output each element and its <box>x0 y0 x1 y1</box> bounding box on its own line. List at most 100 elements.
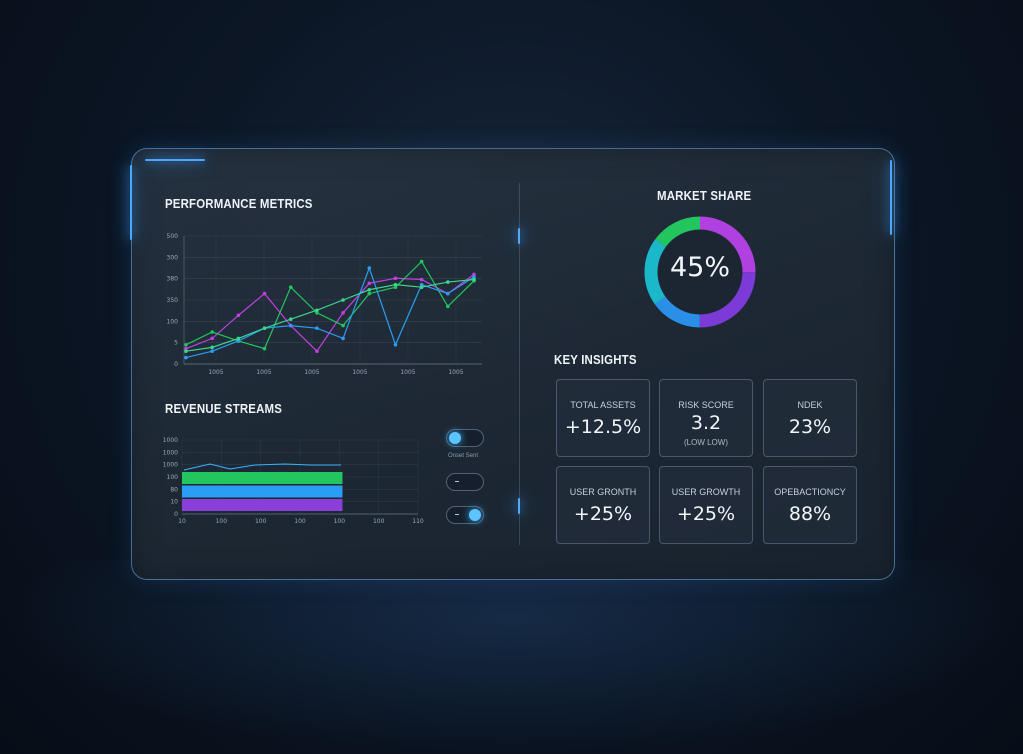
insight-card-user-growth: USER GROWTH +25% <box>659 466 753 544</box>
series-point <box>236 313 241 318</box>
series-point <box>288 317 293 321</box>
series-point <box>446 280 450 284</box>
y-tick-label: 300 <box>167 254 179 261</box>
performance-line-chart: 500300380350100501005 1005 1005 1005 1005 100… <box>167 233 482 376</box>
series-point <box>472 277 476 282</box>
series-point <box>315 326 319 330</box>
x-tick-label: 1005 <box>448 369 463 376</box>
series-point <box>315 349 319 353</box>
x-tick-label: 1005 <box>352 369 367 376</box>
series-point <box>393 282 398 287</box>
toggle-knob <box>449 432 461 444</box>
series-point <box>210 349 214 353</box>
toggle-dash <box>455 481 459 482</box>
background-glow <box>0 560 1023 754</box>
series-point <box>341 323 345 328</box>
y-tick-label: 100 <box>167 318 179 325</box>
toggle-switch-1[interactable] <box>446 429 484 447</box>
card-label: TOTAL ASSETS <box>570 400 636 410</box>
series-line-4 <box>185 278 475 352</box>
x-tick-label: 100 <box>373 518 385 525</box>
series-point <box>184 343 188 347</box>
insight-card-risk-score: RISK SCORE 3.2 (LOW LOW) <box>659 379 753 457</box>
card-label: USER GRONTH <box>569 487 637 497</box>
series-point <box>210 330 214 334</box>
card-label: OPEBACTIONCY <box>774 487 846 497</box>
series-point <box>184 349 188 353</box>
insight-card-user-gronth: USER GRONTH +25% <box>556 466 650 544</box>
y-tick-label: 0 <box>174 361 178 368</box>
series-line-3 <box>185 266 475 359</box>
card-label: RISK SCORE <box>678 400 734 410</box>
toggle-dash <box>455 514 459 515</box>
card-value: 3.2 <box>690 412 722 434</box>
card-value: +12.5% <box>564 416 642 438</box>
toggle-knob <box>469 509 481 521</box>
series-point <box>262 326 267 330</box>
card-label: USER GROWTH <box>671 487 741 497</box>
x-tick-label: 100 <box>294 518 306 525</box>
card-sub-label: (LOW LOW) <box>684 438 728 447</box>
series-point <box>367 291 372 296</box>
x-tick-label: 1005 <box>400 369 415 376</box>
series-point <box>393 276 398 281</box>
series-point <box>288 323 293 328</box>
series-point <box>419 259 424 264</box>
series-point <box>288 285 293 289</box>
revenue-bar-2 <box>182 485 343 498</box>
series-point <box>262 346 267 351</box>
x-tick-label: 100 <box>216 518 228 525</box>
card-label: NDEK <box>797 400 823 410</box>
x-tick-label: 10 <box>178 518 186 525</box>
y-tick-label: 1000 <box>163 462 178 469</box>
market-share-value: 45% <box>669 252 730 283</box>
y-tick-label: 1000 <box>163 449 178 456</box>
y-tick-label: 1000 <box>163 437 178 444</box>
y-tick-label: 380 <box>167 276 179 283</box>
series-point <box>367 287 372 292</box>
series-point <box>367 281 372 286</box>
y-tick-label: 0 <box>174 511 178 518</box>
card-value: 23% <box>788 416 832 438</box>
y-tick-label: 10 <box>170 499 178 506</box>
series-point <box>236 336 241 341</box>
revenue-bar-1 <box>182 472 343 484</box>
series-point <box>419 285 424 289</box>
key-insights-title: KEY INSIGHTS <box>554 352 637 367</box>
toggle-caption: Onset Sent <box>448 453 479 459</box>
series-point <box>184 355 188 360</box>
x-tick-label: 100 <box>334 518 346 525</box>
series-point <box>393 343 398 347</box>
y-tick-label: 80 <box>170 486 178 493</box>
insight-card-opebactioncy: OPEBACTIONCY 88% <box>763 466 857 544</box>
toggle-switch-2[interactable] <box>446 473 484 491</box>
section-divider <box>519 183 520 545</box>
x-tick-label: 100 <box>255 518 267 525</box>
series-point <box>262 291 267 296</box>
series-point <box>367 266 372 270</box>
y-tick-label: 5 <box>174 340 178 347</box>
card-value: +25% <box>573 503 633 525</box>
x-tick-label: 1005 <box>304 369 319 376</box>
market-share-title: MARKET SHARE <box>657 188 752 203</box>
insight-card-ndek: NDEK 23% <box>763 379 857 457</box>
panel-glow-left <box>130 165 132 240</box>
series-point <box>341 298 345 302</box>
y-tick-label: 500 <box>167 233 179 240</box>
revenue-title: REVENUE STREAMS <box>165 401 283 416</box>
x-tick-label: 1005 <box>256 369 271 376</box>
series-point <box>446 304 450 309</box>
panel-glow-right <box>890 160 892 235</box>
revenue-trend-line <box>183 463 341 471</box>
revenue-bar-chart: 1000100010001008010010 100 100 100 100 100 110 <box>163 437 424 525</box>
y-tick-label: 100 <box>167 474 179 481</box>
series-point <box>210 345 214 350</box>
performance-title: PERFORMANCE METRICS <box>165 196 313 211</box>
series-point <box>419 277 424 282</box>
toggle-switch-3[interactable] <box>446 506 484 524</box>
series-point <box>315 308 319 313</box>
card-value: +25% <box>676 503 736 525</box>
x-tick-label: 1005 <box>208 369 223 376</box>
panel-glow-top <box>145 159 205 161</box>
x-tick-label: 110 <box>412 518 424 525</box>
